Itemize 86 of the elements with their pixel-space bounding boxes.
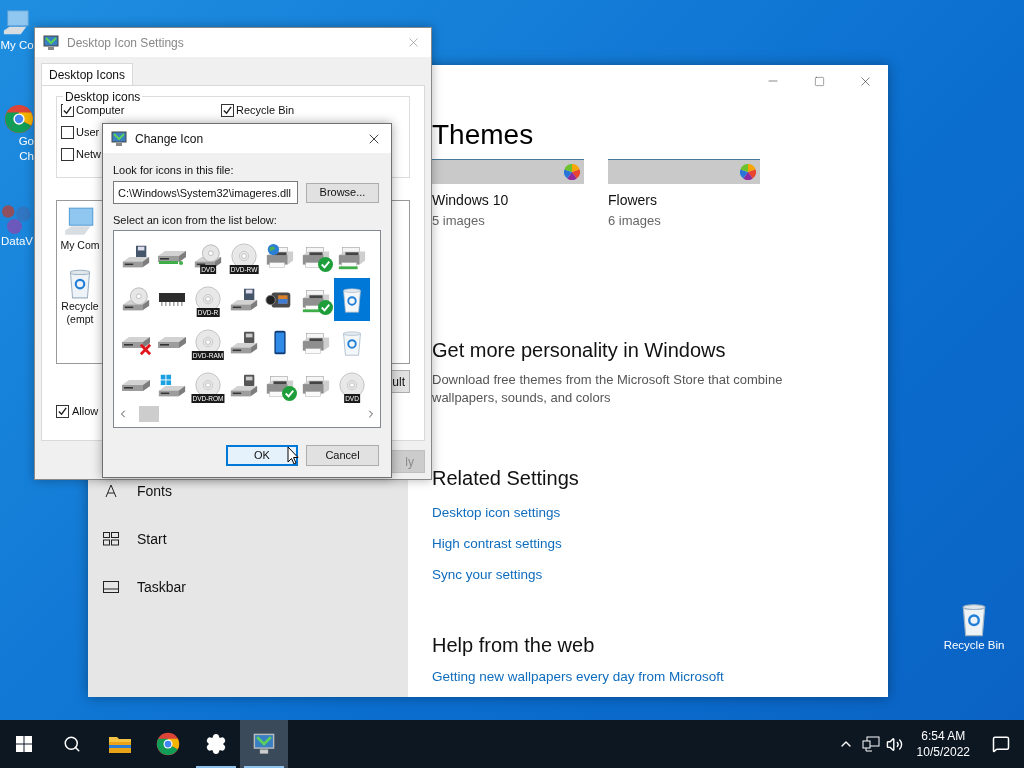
chrome-icon	[4, 104, 34, 134]
theme-name: Flowers	[608, 191, 658, 210]
theme-image-count: 6 images	[608, 212, 662, 230]
section-heading: Get more personality in Windows	[432, 337, 727, 363]
field-label: Look for icons in this file:	[113, 163, 235, 177]
error-x-icon	[139, 343, 152, 356]
settings-link[interactable]: Sync your settings	[432, 565, 543, 584]
desktop-shortcut[interactable]: My Co	[1, 8, 33, 53]
folder-icon	[108, 734, 132, 754]
chrome-icon	[156, 732, 180, 756]
sidebar-item[interactable]: Fonts	[88, 467, 408, 515]
drive-icon	[121, 335, 151, 350]
checkbox[interactable]	[56, 404, 69, 418]
clock[interactable]: 6:54 AM 10/5/2022	[908, 728, 978, 760]
window-title: Desktop Icon Settings	[67, 34, 185, 52]
checkbox-label: Computer	[76, 104, 125, 117]
shortcut-label: Go	[18, 134, 34, 149]
settings-link[interactable]: High contrast settings	[432, 534, 562, 553]
check-badge-icon	[282, 386, 297, 401]
file-path-field[interactable]: C:\Windows\System32\imageres.dll	[113, 181, 298, 204]
display-settings-icon	[43, 34, 59, 51]
search-icon	[63, 735, 81, 753]
shortcut-label: DataV	[1, 234, 33, 249]
sidebar-item-label: Taskbar	[137, 577, 187, 597]
sidebar-item[interactable]: Taskbar	[88, 563, 408, 611]
network-graph-icon	[2, 204, 32, 234]
shortcut-label: My Co	[0, 38, 34, 53]
taskbar-icon	[103, 581, 119, 593]
shortcut-label: Ch	[19, 149, 34, 164]
icon-preview-item[interactable]: My Com	[60, 205, 100, 252]
window-title: Change Icon	[135, 130, 205, 148]
maximize-icon	[813, 75, 825, 87]
section-heading: Related Settings	[432, 465, 580, 491]
icon-preview-item[interactable]: Recycle (empt	[60, 266, 100, 326]
checkbox-label: Netw	[76, 148, 102, 161]
checkbox-label: User	[76, 126, 100, 139]
theme-name: Windows 10	[432, 191, 510, 210]
settings-link[interactable]: Desktop icon settings	[432, 503, 561, 522]
windows-logo-icon	[16, 736, 32, 752]
theme-card[interactable]: Windows 10 5 images	[432, 159, 584, 231]
section-heading: Help from the web	[432, 632, 596, 658]
scrollbar-thumb[interactable]	[139, 406, 159, 422]
color-wheel-icon	[564, 164, 580, 180]
clock-date: 10/5/2022	[916, 744, 970, 760]
cancel-button[interactable]: Cancel	[306, 445, 379, 466]
icon-caption: My Com	[60, 239, 100, 252]
tab[interactable]: Desktop Icons	[41, 63, 134, 85]
gear-icon	[205, 733, 227, 755]
desktop-shortcut[interactable]: Recycle Bin	[936, 600, 1012, 653]
color-wheel-icon	[740, 164, 756, 180]
sidebar-item[interactable]: Start	[88, 515, 408, 563]
section-description: Download free themes from the Microsoft Store that combine wallpapers, sounds, and colors	[432, 370, 784, 407]
checkbox[interactable]	[61, 148, 74, 161]
font-icon	[103, 483, 119, 499]
chip-icon	[158, 292, 186, 307]
desktop-shortcut[interactable]: Go Ch	[3, 104, 34, 164]
browse-button[interactable]: Browse...	[306, 182, 379, 203]
field-label: Select an icon from the list below:	[113, 213, 278, 227]
clock-time: 6:54 AM	[921, 728, 966, 744]
check-badge-icon	[318, 257, 333, 272]
checkbox-label: Allow	[72, 404, 99, 419]
desktop-shortcut[interactable]: DataV	[0, 204, 34, 249]
volume-icon[interactable]	[885, 735, 903, 753]
drive-icon	[157, 335, 187, 350]
theme-card[interactable]: Flowers 6 images	[608, 159, 760, 231]
sidebar-item-label: Fonts	[137, 481, 172, 501]
checkbox-label: Recycle Bin	[236, 104, 295, 117]
drive-icon	[121, 378, 151, 393]
mouse-cursor-icon	[287, 446, 299, 465]
icon-caption: Recycle	[61, 300, 99, 313]
shortcut-label: Recycle Bin	[943, 638, 1005, 653]
ok-button[interactable]: OK	[226, 445, 298, 466]
network-drive-icon	[157, 248, 187, 265]
settings-link[interactable]: Getting new wallpapers every day from Microsoft	[432, 667, 724, 686]
notifications-icon[interactable]	[992, 735, 1010, 753]
theme-image-count: 5 images	[432, 212, 486, 230]
check-badge-icon	[318, 300, 333, 315]
display-settings-icon	[111, 130, 127, 147]
checkbox[interactable]	[221, 104, 234, 117]
start-layout-icon	[103, 532, 119, 546]
sidebar-item-label: Start	[137, 529, 167, 549]
checkbox[interactable]	[61, 126, 74, 139]
icon-caption: (empt	[66, 313, 94, 326]
display-settings-icon	[252, 733, 276, 755]
page-heading: Themes	[432, 118, 535, 152]
network-icon[interactable]	[861, 736, 880, 752]
